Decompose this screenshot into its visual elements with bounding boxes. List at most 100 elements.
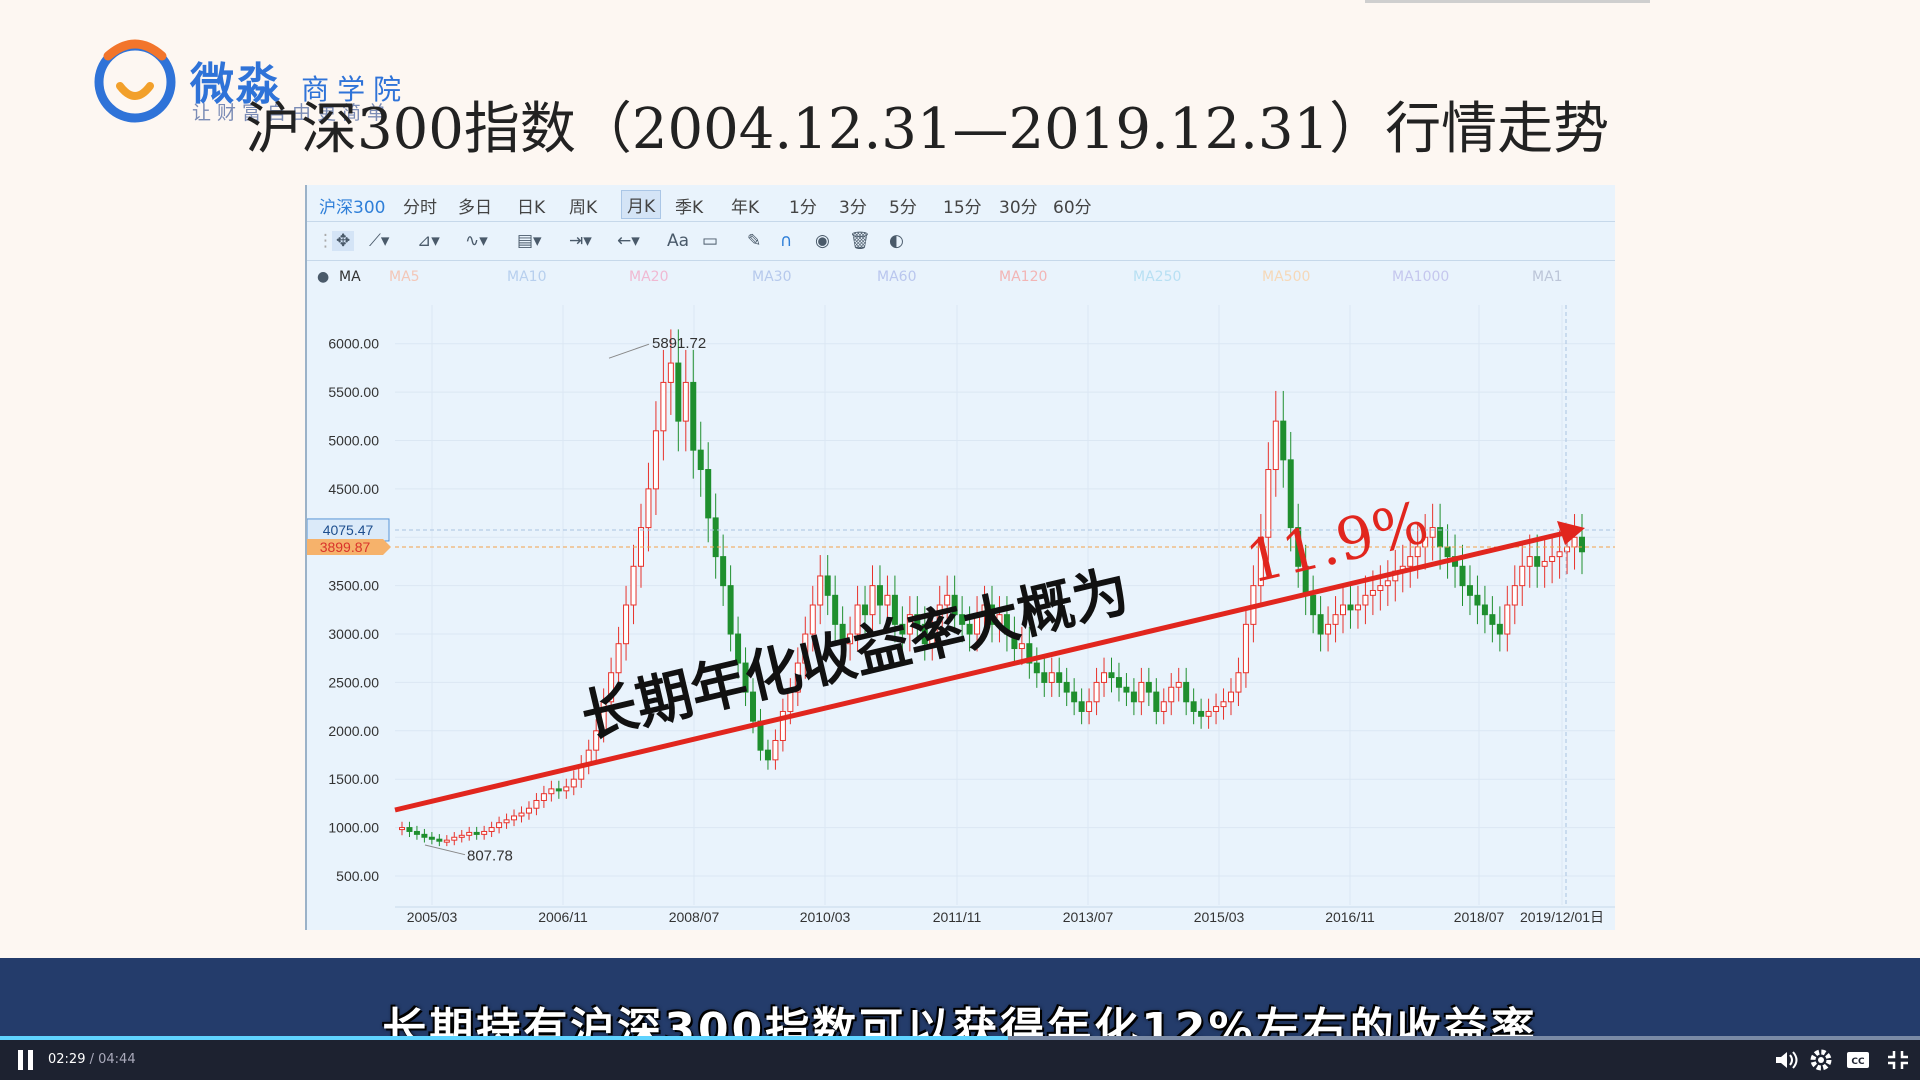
candle-body: [436, 838, 443, 842]
x-tick-label: 2013/07: [1063, 909, 1114, 925]
candle-body: [1474, 594, 1481, 606]
candle-body: [1444, 546, 1451, 558]
candle-body: [511, 815, 518, 821]
settings-gear-icon[interactable]: [1808, 1048, 1834, 1072]
candle-body: [1145, 681, 1152, 693]
candle-body: [1220, 701, 1227, 708]
candle-body: [1459, 565, 1466, 587]
x-tick-label: 2008/07: [669, 909, 720, 925]
candle-body: [563, 786, 570, 792]
candle-body: [496, 822, 503, 829]
candle-body: [1549, 556, 1556, 562]
candle-body: [697, 449, 704, 471]
min-leader: [424, 844, 466, 856]
candle-body: [540, 793, 547, 801]
candle-body: [645, 488, 652, 529]
candle-body: [1138, 681, 1145, 703]
candle-body: [832, 594, 839, 625]
candle-body: [1526, 556, 1533, 567]
candle-body: [1123, 686, 1130, 693]
candle-body: [1564, 546, 1571, 553]
candle-body: [1481, 604, 1488, 616]
candle-body: [1205, 710, 1212, 717]
time-display: 02:29 / 04:44: [48, 1052, 136, 1067]
subtitles-icon[interactable]: CC: [1845, 1048, 1871, 1072]
candle-body: [667, 362, 674, 383]
candle-body: [525, 807, 532, 814]
candle-body: [1429, 527, 1436, 538]
candle-body: [705, 469, 712, 519]
candle-body: [1496, 623, 1503, 635]
candle-body: [720, 556, 727, 587]
candle-body: [1354, 604, 1361, 611]
candle-body: [727, 585, 734, 635]
candle-body: [809, 604, 816, 635]
candle-body: [406, 827, 413, 832]
candle-body: [1466, 585, 1473, 596]
reference-price-label: 3899.87: [320, 539, 371, 555]
candle-body: [1048, 672, 1055, 683]
candle-body: [1310, 594, 1317, 616]
current-time: 02:29: [48, 1052, 86, 1067]
trend-arrow-line: [394, 529, 1570, 813]
y-tick-label: 4500.00: [328, 481, 379, 497]
candle-body: [548, 788, 555, 795]
candle-body: [1340, 604, 1347, 616]
candle-body: [1115, 677, 1122, 688]
pause-icon[interactable]: [18, 1050, 34, 1070]
x-tick-label: 2006/11: [538, 909, 588, 925]
candle-body: [660, 381, 667, 432]
y-tick-label: 3000.00: [328, 626, 379, 642]
candle-body: [466, 831, 473, 836]
top-edge-bar: [1365, 0, 1650, 3]
candle-body: [488, 827, 495, 832]
max-label: 5891.72: [652, 335, 706, 352]
candle-body: [570, 778, 577, 788]
candle-body: [1213, 706, 1220, 712]
candle-body: [399, 827, 405, 831]
y-tick-label: 500.00: [336, 868, 379, 884]
candle-body: [1071, 691, 1078, 703]
slide-title: 沪深300指数（2004.12.31—2019.12.31）行情走势: [245, 97, 1610, 162]
max-leader: [608, 343, 650, 359]
candle-body: [712, 517, 719, 558]
candle-body: [1571, 536, 1578, 548]
x-tick-label: 2015/03: [1194, 909, 1245, 925]
candle-body: [615, 643, 622, 674]
candle-body: [1153, 691, 1160, 712]
x-tick-label: 2010/03: [800, 909, 851, 925]
candle-body: [1242, 623, 1249, 674]
candle-body: [1280, 420, 1287, 461]
candle-body: [1332, 614, 1339, 625]
candle-body: [1101, 672, 1108, 683]
candle-body: [1556, 551, 1563, 558]
candle-body: [533, 799, 540, 809]
candle-body: [1437, 527, 1444, 548]
candle-body: [652, 430, 659, 490]
candle-body: [1130, 691, 1137, 703]
candle-body: [1347, 604, 1354, 611]
candle-body: [1078, 701, 1085, 712]
exit-fullscreen-icon[interactable]: [1885, 1048, 1911, 1072]
x-tick-label: 2018/07: [1454, 909, 1505, 925]
candle-body: [518, 812, 525, 817]
candle-body: [1504, 604, 1511, 635]
candle-body: [1063, 681, 1070, 693]
candle-body: [458, 834, 465, 838]
y-tick-label: 1000.00: [328, 820, 379, 836]
candle-body: [690, 381, 697, 451]
candle-body: [443, 839, 450, 843]
candle-body: [1056, 672, 1063, 683]
y-tick-label: 6000.00: [328, 336, 379, 352]
volume-icon[interactable]: [1773, 1048, 1799, 1072]
candle-body: [1086, 701, 1093, 712]
candle-body: [630, 565, 637, 606]
y-tick-label: 3500.00: [328, 578, 379, 594]
candle-body: [824, 575, 831, 596]
candle-body: [1183, 681, 1190, 703]
candle-body: [1033, 662, 1040, 674]
candle-body: [1489, 614, 1496, 625]
candle-body: [451, 836, 458, 841]
y-tick-label: 2000.00: [328, 723, 379, 739]
candle-body: [675, 362, 682, 422]
